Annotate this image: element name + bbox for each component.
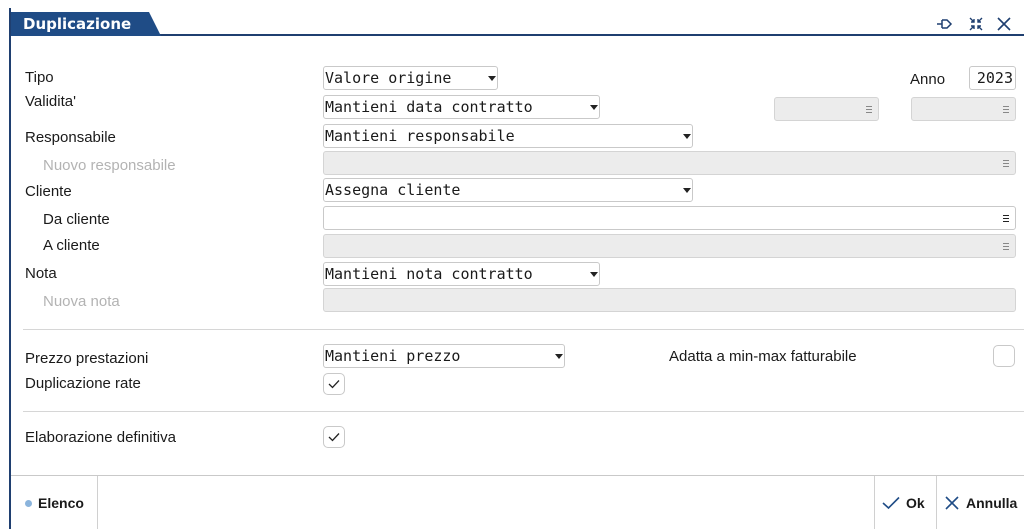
duplicazione-rate-label: Duplicazione rate [25,375,141,392]
responsabile-label: Responsabile [25,129,116,146]
anno-label: Anno [910,71,946,88]
chevron-down-icon [590,272,598,277]
close-icon[interactable] [994,14,1014,34]
dot-icon [25,499,32,507]
validita-date-from[interactable] [774,97,879,121]
annulla-label: Annulla [966,495,1018,511]
ok-label: Ok [906,495,925,511]
validita-value: Mantieni data contratto [325,98,533,116]
divider [23,411,1024,412]
duplicazione-dialog: Duplicazione Tipo Valore origine Anno 20… [9,8,1024,529]
annulla-button[interactable]: Annulla [944,491,1017,515]
elaborazione-definitiva-checkbox[interactable] [323,426,345,448]
chevron-down-icon [683,188,691,193]
duplicazione-rate-checkbox[interactable] [323,373,345,395]
da-cliente-field[interactable] [323,206,1016,230]
cliente-select[interactable]: Assegna cliente [323,178,693,202]
chevron-down-icon [683,134,691,139]
check-icon [328,380,340,389]
check-icon [328,433,340,442]
nuova-nota-field[interactable] [323,288,1016,312]
nota-select[interactable]: Mantieni nota contratto [323,262,600,286]
cliente-label: Cliente [25,183,72,200]
title-bar: Duplicazione [11,8,1024,36]
footer-toolbar: Elenco Ok Annulla [11,475,1024,529]
menu-icon[interactable] [1003,243,1009,250]
compress-icon[interactable] [966,14,986,34]
anno-field[interactable]: 2023 [969,66,1016,90]
a-cliente-label: A cliente [43,237,100,254]
separator [97,476,98,529]
chevron-down-icon [488,76,496,81]
cliente-value: Assegna cliente [325,181,461,199]
menu-icon[interactable] [866,106,872,113]
window-title: Duplicazione [11,12,161,36]
adatta-label: Adatta a min-max fatturabile [669,348,857,365]
x-icon [945,496,959,510]
prezzo-prestazioni-label: Prezzo prestazioni [25,350,149,367]
responsabile-select[interactable]: Mantieni responsabile [323,124,693,148]
validita-select[interactable]: Mantieni data contratto [323,95,600,119]
adatta-checkbox[interactable] [993,345,1015,367]
da-cliente-label: Da cliente [43,211,110,228]
menu-icon[interactable] [1003,215,1009,222]
responsabile-value: Mantieni responsabile [325,127,515,145]
a-cliente-field[interactable] [323,234,1016,258]
elenco-button[interactable]: Elenco [25,491,84,515]
separator [936,476,937,529]
nota-label: Nota [25,265,57,282]
menu-icon[interactable] [1003,160,1009,167]
nuovo-responsabile-field[interactable] [323,151,1016,175]
nuovo-responsabile-label: Nuovo responsabile [43,157,176,174]
pin-icon[interactable] [935,14,955,34]
prezzo-prestazioni-value: Mantieni prezzo [325,347,461,365]
chevron-down-icon [590,105,598,110]
nuova-nota-label: Nuova nota [43,293,120,310]
chevron-down-icon [555,354,563,359]
validita-label: Validita' [25,93,76,110]
separator [874,476,875,529]
nota-value: Mantieni nota contratto [325,265,533,283]
check-icon [882,496,900,510]
tipo-select[interactable]: Valore origine [323,66,498,90]
tipo-value: Valore origine [325,69,452,87]
validita-date-to[interactable] [911,97,1016,121]
menu-icon[interactable] [1003,106,1009,113]
ok-button[interactable]: Ok [882,491,925,515]
elaborazione-definitiva-label: Elaborazione definitiva [25,429,176,446]
divider [23,329,1024,330]
prezzo-prestazioni-select[interactable]: Mantieni prezzo [323,344,565,368]
tipo-label: Tipo [25,69,54,86]
elenco-label: Elenco [38,495,84,511]
